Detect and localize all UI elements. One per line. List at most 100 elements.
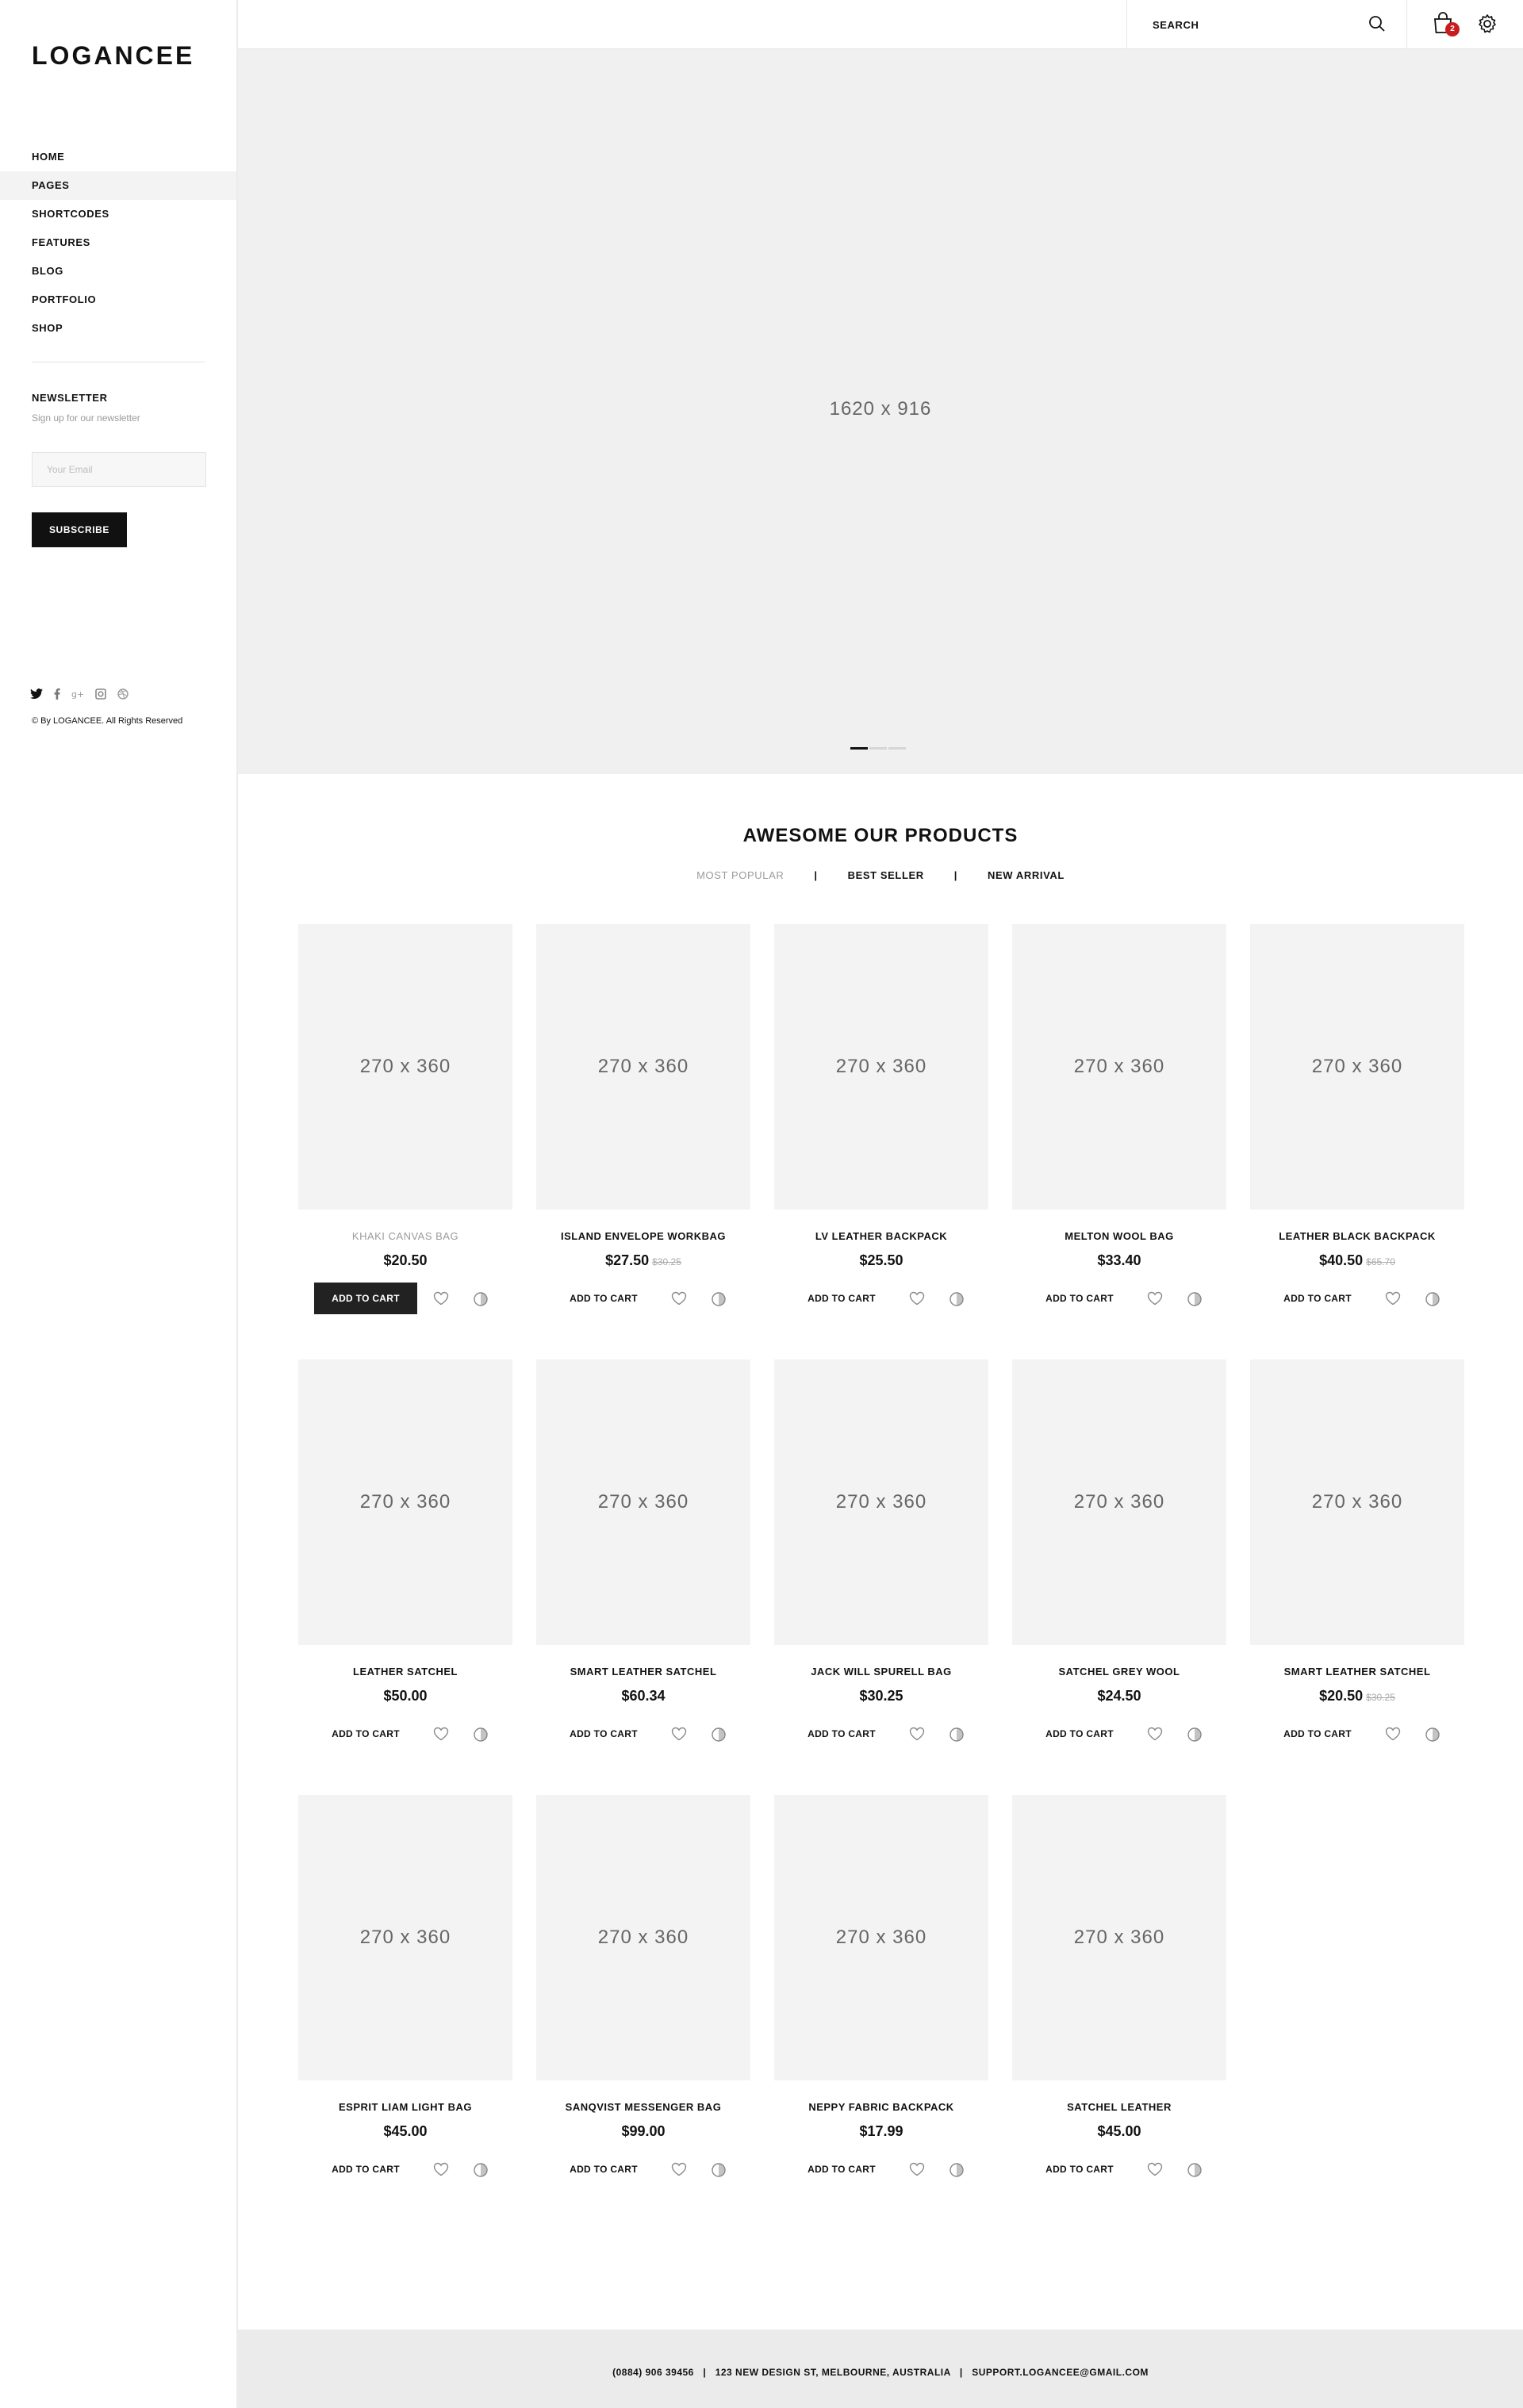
- product-card[interactable]: 270 x 360 SMART LEATHER SATCHEL $20.50 $30.…: [1250, 1359, 1464, 1764]
- tab-new-arrival[interactable]: NEW ARRIVAL: [988, 869, 1065, 881]
- product-image[interactable]: 270 x 360: [1250, 924, 1464, 1210]
- search-icon[interactable]: [1368, 15, 1386, 36]
- heart-icon[interactable]: [433, 1291, 449, 1309]
- logo[interactable]: LOGANCEE: [32, 41, 194, 71]
- tab-most-popular[interactable]: MOST POPULAR: [696, 869, 784, 881]
- add-to-cart-button[interactable]: ADD TO CART: [1028, 1718, 1131, 1750]
- nav-item-features[interactable]: FEATURES: [0, 228, 236, 257]
- product-name[interactable]: ESPRIT LIAM LIGHT BAG: [298, 2101, 512, 2113]
- hero-banner[interactable]: 1620 x 916: [238, 49, 1523, 774]
- slider-dot-1[interactable]: [850, 747, 868, 750]
- add-to-cart-button[interactable]: ADD TO CART: [314, 1718, 417, 1750]
- product-image[interactable]: 270 x 360: [1012, 1795, 1226, 2080]
- product-card[interactable]: 270 x 360 MELTON WOOL BAG $33.40 ADD TO CAR…: [1012, 924, 1226, 1329]
- tab-best-seller[interactable]: BEST SELLER: [848, 869, 924, 881]
- heart-icon[interactable]: [433, 1727, 449, 1745]
- heart-icon[interactable]: [909, 1291, 925, 1309]
- product-card[interactable]: 270 x 360 SATCHEL LEATHER $45.00 ADD TO CAR…: [1012, 1795, 1226, 2199]
- add-to-cart-button[interactable]: ADD TO CART: [1028, 1283, 1131, 1314]
- product-name[interactable]: SMART LEATHER SATCHEL: [1250, 1666, 1464, 1678]
- product-image[interactable]: 270 x 360: [536, 1359, 750, 1645]
- add-to-cart-button[interactable]: ADD TO CART: [552, 1283, 655, 1314]
- instagram-icon[interactable]: [95, 688, 106, 700]
- product-card[interactable]: 270 x 360 JACK WILL SPURELL BAG $30.25 ADD …: [774, 1359, 988, 1764]
- compare-icon[interactable]: [473, 1291, 489, 1311]
- product-name[interactable]: SATCHEL LEATHER: [1012, 2101, 1226, 2113]
- product-name[interactable]: LEATHER SATCHEL: [298, 1666, 512, 1678]
- nav-item-blog[interactable]: BLOG: [0, 257, 236, 286]
- add-to-cart-button[interactable]: ADD TO CART: [1266, 1283, 1369, 1314]
- add-to-cart-button[interactable]: ADD TO CART: [790, 2153, 893, 2185]
- slider-dot-2[interactable]: [869, 747, 887, 750]
- heart-icon[interactable]: [909, 2162, 925, 2180]
- product-name[interactable]: JACK WILL SPURELL BAG: [774, 1666, 988, 1678]
- product-name[interactable]: SMART LEATHER SATCHEL: [536, 1666, 750, 1678]
- product-name[interactable]: LEATHER BLACK BACKPACK: [1250, 1230, 1464, 1242]
- product-name[interactable]: KHAKI CANVAS BAG: [298, 1230, 512, 1242]
- compare-icon[interactable]: [1187, 1291, 1203, 1311]
- add-to-cart-button[interactable]: ADD TO CART: [790, 1718, 893, 1750]
- heart-icon[interactable]: [1147, 1291, 1163, 1309]
- heart-icon[interactable]: [909, 1727, 925, 1745]
- add-to-cart-button[interactable]: ADD TO CART: [314, 1283, 417, 1314]
- add-to-cart-button[interactable]: ADD TO CART: [552, 2153, 655, 2185]
- add-to-cart-button[interactable]: ADD TO CART: [552, 1718, 655, 1750]
- product-image[interactable]: 270 x 360: [536, 1795, 750, 2080]
- product-name[interactable]: SATCHEL GREY WOOL: [1012, 1666, 1226, 1678]
- compare-icon[interactable]: [1187, 2162, 1203, 2182]
- product-card[interactable]: 270 x 360 ISLAND ENVELOPE WORKBAG $27.50 $3…: [536, 924, 750, 1329]
- compare-icon[interactable]: [1425, 1727, 1441, 1747]
- product-image[interactable]: 270 x 360: [536, 924, 750, 1210]
- product-image[interactable]: 270 x 360: [1250, 1359, 1464, 1645]
- product-name[interactable]: LV LEATHER BACKPACK: [774, 1230, 988, 1242]
- product-image[interactable]: 270 x 360: [298, 1795, 512, 2080]
- compare-icon[interactable]: [711, 1291, 727, 1311]
- compare-icon[interactable]: [1187, 1727, 1203, 1747]
- add-to-cart-button[interactable]: ADD TO CART: [314, 2153, 417, 2185]
- compare-icon[interactable]: [473, 1727, 489, 1747]
- compare-icon[interactable]: [1425, 1291, 1441, 1311]
- gear-icon[interactable]: [1477, 13, 1498, 38]
- nav-item-shop[interactable]: SHOP: [0, 314, 236, 343]
- product-name[interactable]: NEPPY FABRIC BACKPACK: [774, 2101, 988, 2113]
- product-card[interactable]: 270 x 360 SATCHEL GREY WOOL $24.50 ADD TO C…: [1012, 1359, 1226, 1764]
- add-to-cart-button[interactable]: ADD TO CART: [790, 1283, 893, 1314]
- product-card[interactable]: 270 x 360 LEATHER SATCHEL $50.00 ADD TO CAR…: [298, 1359, 512, 1764]
- heart-icon[interactable]: [1385, 1727, 1401, 1745]
- product-card[interactable]: 270 x 360 LV LEATHER BACKPACK $25.50 ADD TO…: [774, 924, 988, 1329]
- heart-icon[interactable]: [1385, 1291, 1401, 1309]
- product-card[interactable]: 270 x 360 SANQVIST MESSENGER BAG $99.00 ADD…: [536, 1795, 750, 2199]
- compare-icon[interactable]: [949, 1291, 965, 1311]
- nav-item-home[interactable]: HOME: [0, 143, 236, 171]
- product-name[interactable]: MELTON WOOL BAG: [1012, 1230, 1226, 1242]
- newsletter-email-input[interactable]: [32, 452, 206, 487]
- search-input[interactable]: [1151, 12, 1357, 37]
- heart-icon[interactable]: [671, 1291, 687, 1309]
- twitter-icon[interactable]: [30, 688, 43, 700]
- heart-icon[interactable]: [1147, 1727, 1163, 1745]
- product-image[interactable]: 270 x 360: [298, 1359, 512, 1645]
- product-card[interactable]: 270 x 360 ESPRIT LIAM LIGHT BAG $45.00 ADD …: [298, 1795, 512, 2199]
- heart-icon[interactable]: [671, 2162, 687, 2180]
- google-plus-icon[interactable]: g+: [71, 688, 84, 700]
- heart-icon[interactable]: [1147, 2162, 1163, 2180]
- nav-item-portfolio[interactable]: PORTFOLIO: [0, 286, 236, 314]
- product-name[interactable]: SANQVIST MESSENGER BAG: [536, 2101, 750, 2113]
- nav-item-pages[interactable]: PAGES: [0, 171, 236, 200]
- compare-icon[interactable]: [949, 1727, 965, 1747]
- subscribe-button[interactable]: SUBSCRIBE: [32, 512, 127, 547]
- product-image[interactable]: 270 x 360: [774, 1359, 988, 1645]
- product-name[interactable]: ISLAND ENVELOPE WORKBAG: [536, 1230, 750, 1242]
- compare-icon[interactable]: [711, 1727, 727, 1747]
- heart-icon[interactable]: [671, 1727, 687, 1745]
- slider-dot-3[interactable]: [888, 747, 906, 750]
- product-image[interactable]: 270 x 360: [774, 924, 988, 1210]
- product-image[interactable]: 270 x 360: [774, 1795, 988, 2080]
- heart-icon[interactable]: [433, 2162, 449, 2180]
- product-card[interactable]: 270 x 360 KHAKI CANVAS BAG $20.50 ADD TO CA…: [298, 924, 512, 1329]
- add-to-cart-button[interactable]: ADD TO CART: [1266, 1718, 1369, 1750]
- product-image[interactable]: 270 x 360: [298, 924, 512, 1210]
- compare-icon[interactable]: [473, 2162, 489, 2182]
- nav-item-shortcodes[interactable]: SHORTCODES: [0, 200, 236, 228]
- product-card[interactable]: 270 x 360 SMART LEATHER SATCHEL $60.34 ADD …: [536, 1359, 750, 1764]
